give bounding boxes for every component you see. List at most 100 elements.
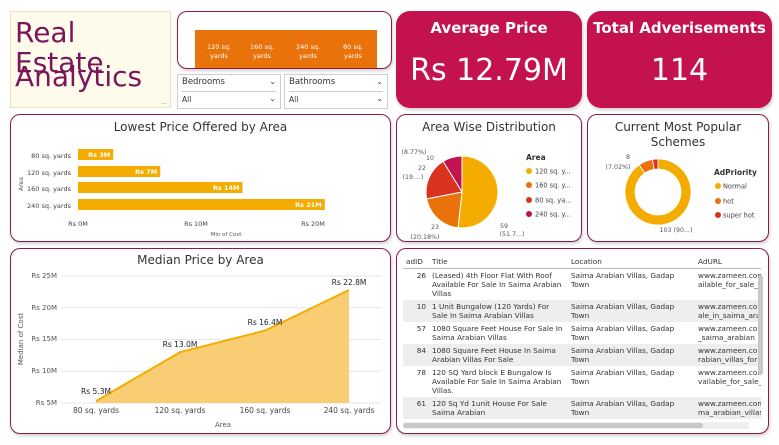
pie-label-pct: (8.77%) (402, 149, 427, 156)
cell-adurl: www.zameen.com vailable_for_sale_i (698, 368, 761, 386)
lowest-price-chart: Area 80 sq. yards 120 sq. yards 160 sq. … (18, 149, 325, 238)
pie-label-pct: (51.7...) (500, 231, 525, 238)
vertical-scrollbar[interactable] (758, 275, 763, 375)
lowest-price-bar-label: Rs 21M (295, 201, 322, 209)
donut-label-value: 103 (90...) (660, 227, 693, 234)
pie-slice[interactable] (457, 155, 499, 229)
pie-label-value: 23 (431, 224, 439, 231)
area-legend-item[interactable]: 120 sq. y... (535, 168, 571, 176)
average-price-label: Average Price (430, 19, 548, 37)
median-ytick: Rs 20M (31, 304, 57, 312)
bedrooms-label: Bedrooms (182, 77, 225, 87)
median-xtick: 160 sq. yards (240, 406, 291, 415)
pie-label-pct: (19....) (403, 174, 424, 181)
table-row[interactable]: 10 1 Unit Bungalow (120 Yards) For Sale I… (403, 300, 761, 322)
lowest-price-ylabel: Area (18, 177, 25, 191)
total-ads-value: 114 (650, 53, 709, 88)
pie-label-value: 10 (426, 155, 434, 162)
pie-label-value: 59 (500, 223, 508, 230)
chevron-down-icon[interactable]: ⌄ (376, 94, 383, 103)
median-data-label: Rs 16.4M (248, 318, 283, 327)
area-slicer-button-80[interactable]: 80 sq. yards (329, 30, 377, 68)
area-distribution-chart: 10 (8.77%) 22 (19....) 23 (20.18%) 59 (5… (402, 149, 572, 241)
column-header-adurl[interactable]: AdURL (695, 255, 761, 269)
lowest-price-bar[interactable] (78, 199, 325, 210)
donut-label-value: 8 (626, 154, 630, 161)
bathrooms-dropdown[interactable]: Bathrooms ⌄ All ⌄ (284, 74, 388, 109)
column-header-title[interactable]: Title (429, 255, 568, 269)
average-price-value: Rs 12.79M (410, 53, 568, 88)
cell-adid: 78 (416, 368, 426, 377)
cell-location: Saima Arabian Villas, Gadap Town (568, 300, 695, 322)
pie-label-value: 22 (418, 165, 426, 172)
chevron-down-icon[interactable]: ⌄ (269, 94, 276, 103)
cell-title: 120 SQ Yard block E Bungalow Is Availabl… (432, 368, 562, 395)
cell-adurl: www.zameen.com ale_in_saima_ara (695, 300, 761, 322)
cell-title: 1080 Square Feet House For Sale In Saima… (432, 324, 563, 342)
legend-dot (526, 168, 532, 174)
cell-adid: 26 (416, 271, 426, 280)
median-data-label: Rs 13.0M (163, 340, 198, 349)
lowest-price-xtick: Rs 0M (68, 220, 88, 228)
cell-location: Saima Arabian Villas, Gadap Town (568, 344, 695, 366)
donut-label-pct: (7.02%) (606, 164, 631, 171)
median-price-card: Median Price by Area Rs 25M Rs 20M Rs 15… (10, 248, 391, 434)
column-header-location[interactable]: Location (568, 255, 695, 269)
median-xtick: 240 sq. yards (324, 406, 375, 415)
lowest-price-card: Lowest Price Offered by Area Area 80 sq.… (10, 114, 391, 242)
area-slicer-button-120[interactable]: 120 sq. yards (195, 30, 243, 68)
table-row[interactable]: 57 1080 Square Feet House For Sale In Sai… (403, 322, 761, 344)
median-ytick: Rs 5M (36, 399, 57, 407)
bedrooms-dropdown[interactable]: Bedrooms ⌄ All ⌄ (177, 74, 281, 109)
table-row[interactable]: 61 120 Sq Yd 1unit House For Sale Saima A… (403, 397, 761, 419)
column-header-adid[interactable]: adID (403, 255, 429, 269)
priority-legend-item[interactable]: super hot (723, 212, 755, 220)
lowest-price-bar-label: Rs 14M (213, 184, 240, 192)
scrollbar-thumb[interactable] (403, 423, 703, 428)
area-slicer-button-240[interactable]: 240 sq. yards (284, 30, 332, 68)
ads-table-card: adID Title Location AdURL 26 (Leased) 4th… (396, 248, 769, 434)
bathrooms-label: Bathrooms (289, 77, 336, 87)
legend-dot (526, 182, 532, 188)
area-legend-item[interactable]: 240 sq. y... (535, 211, 571, 219)
priority-legend-item[interactable]: Normal (723, 183, 747, 191)
table-row[interactable]: 84 1080 Square Feet House In Saima Arabia… (403, 344, 761, 366)
legend-dot (715, 212, 721, 218)
median-xtick: 120 sq. yards (155, 406, 206, 415)
ads-table-scroll[interactable]: adID Title Location AdURL 26 (Leased) 4th… (403, 255, 761, 419)
chevron-down-icon: ⌄ (269, 77, 276, 86)
dropdown-divider (182, 91, 276, 92)
dashboard-title-box: Real Estate Analytics ... (10, 11, 171, 108)
median-ytick: Rs 15M (31, 335, 57, 343)
dropdown-divider (289, 91, 383, 92)
cell-location: Saima Arabian Villas, Gadap Town (571, 324, 675, 342)
lowest-price-category: 80 sq. yards (31, 152, 71, 160)
horizontal-scrollbar[interactable] (403, 422, 749, 429)
pie-label-pct: (20.18%) (411, 234, 440, 241)
title-footnote: ... (161, 99, 167, 106)
area-slicer-panel: 120 sq. yards 160 sq. yards 240 sq. yard… (177, 11, 392, 69)
priority-legend-title: AdPriority (714, 168, 757, 177)
table-row[interactable]: 78 120 SQ Yard block E Bungalow Is Availa… (403, 366, 761, 397)
area-legend-item[interactable]: 80 sq. ya... (535, 197, 572, 205)
median-data-label: Rs 22.8M (332, 278, 367, 287)
legend-dot (715, 183, 721, 189)
median-price-chart: Rs 25M Rs 20M Rs 15M Rs 10M Rs 5M Median… (17, 272, 381, 429)
cell-adurl: www.zameen.com ailable_for_sale_in (698, 271, 761, 289)
dashboard-title-line2: Analytics (15, 60, 143, 93)
area-slicer-button-160[interactable]: 160 sq. yards (238, 30, 286, 68)
cell-title: 1 Unit Bungalow (120 Yards) For Sale In … (429, 300, 568, 322)
table-row[interactable]: 26 (Leased) 4th Floor Flat With Roof Avai… (403, 269, 761, 301)
priority-legend-item[interactable]: hot (723, 198, 734, 206)
area-legend-item[interactable]: 160 sq. y... (535, 182, 571, 190)
area-distribution-card: Area Wise Distribution 10 (8.77%) 22 (19… (396, 114, 582, 242)
total-ads-card: Total Adverisements 114 (587, 11, 772, 108)
total-ads-label: Total Adverisements (593, 19, 766, 37)
legend-dot (526, 211, 532, 217)
lowest-price-category: 120 sq. yards (27, 169, 72, 177)
cell-adurl: www.zameen.com ma_arabian_villas (695, 397, 761, 419)
median-ylabel: Median of Cost (17, 313, 25, 365)
bathrooms-value: All (289, 95, 299, 104)
cell-title: (Leased) 4th Floor Flat With Roof Availa… (432, 271, 562, 298)
lowest-price-xlabel: Min of Cost (211, 232, 243, 238)
